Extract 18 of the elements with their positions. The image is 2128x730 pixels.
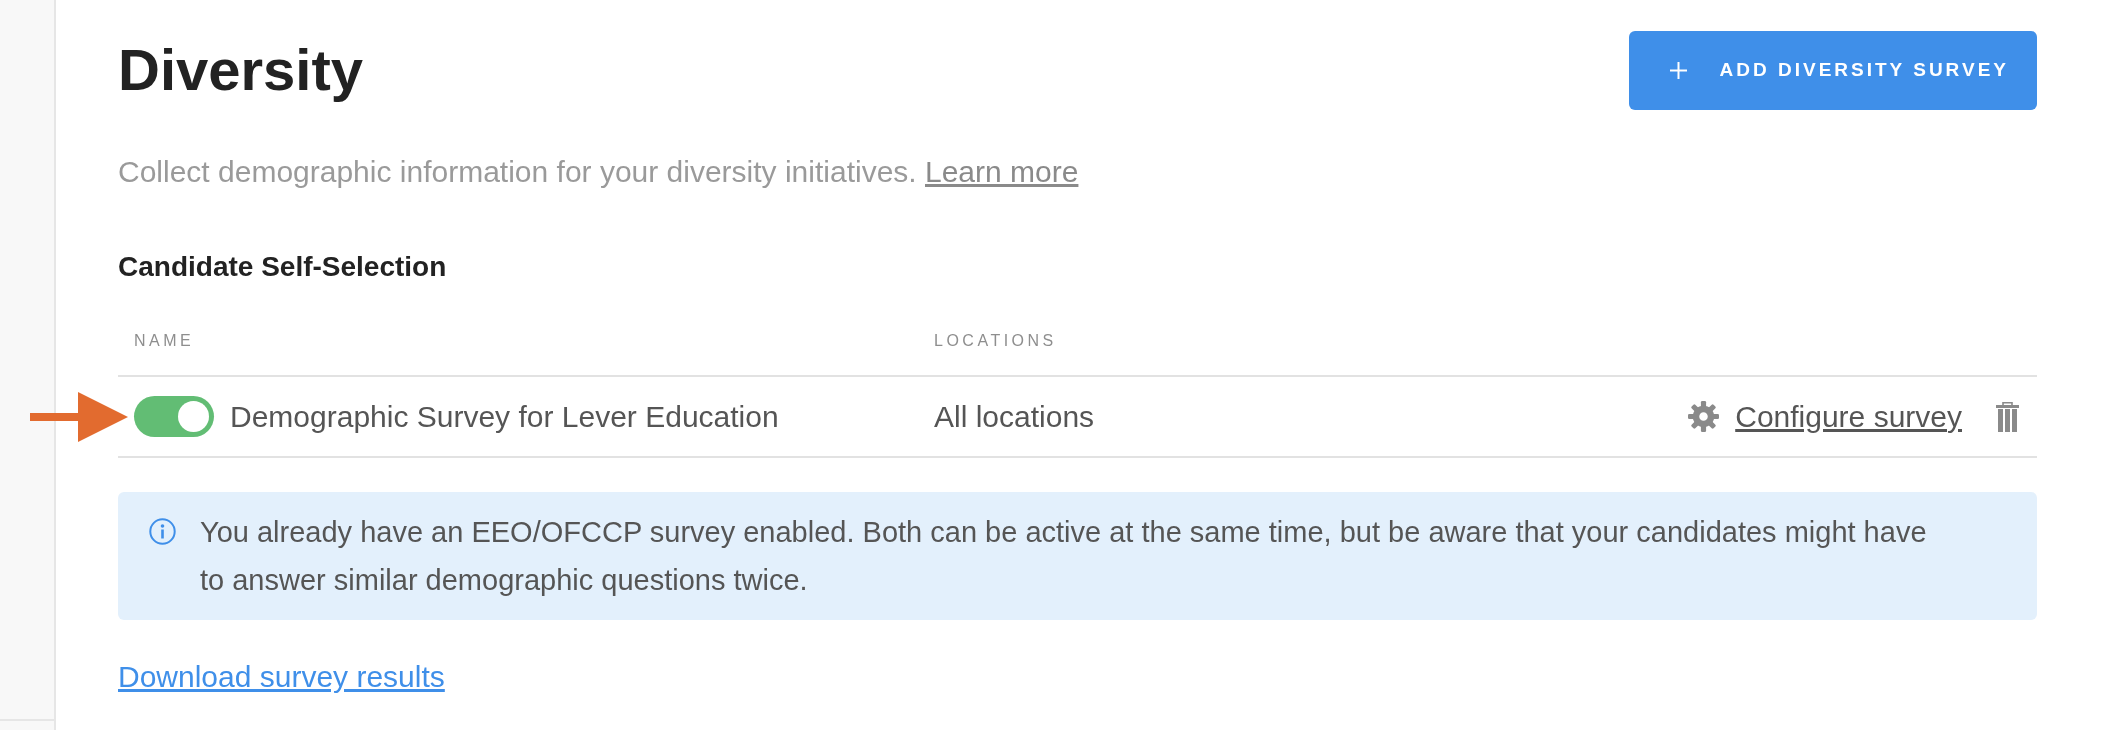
intro-text: Collect demographic information for your diversity initiatives. Learn more: [118, 154, 1080, 190]
toggle-switch[interactable]: [134, 396, 214, 437]
table-cell-text: All locations: [934, 398, 1095, 435]
trash-icon[interactable]: [1996, 401, 2019, 432]
add-survey-button[interactable]: ADD DIVERSITY SURVEY: [1628, 30, 2037, 110]
download-results-link[interactable]: Download survey results: [118, 657, 445, 697]
configure-survey-link[interactable]: Configure survey: [1735, 397, 1962, 436]
learn-more-link[interactable]: Learn more: [925, 155, 1079, 188]
column-header: LOCATIONS: [934, 331, 1057, 351]
survey-name: Demographic Survey for Lever Education: [230, 398, 779, 435]
plus-icon: [1669, 61, 1687, 79]
gear-icon: [1688, 401, 1720, 432]
page-title: Diversity: [118, 36, 364, 104]
notice-text: You already have an EEO/OFCCP survey enabled. Both can be active at the same time, but be aware that your candidates might have to answer similar demographic questions twice.: [200, 515, 1928, 598]
column-header: NAME: [134, 331, 195, 351]
info-icon: [149, 518, 176, 545]
section-title: Candidate Self-Selection: [118, 250, 448, 284]
arrow-icon: [30, 391, 128, 442]
